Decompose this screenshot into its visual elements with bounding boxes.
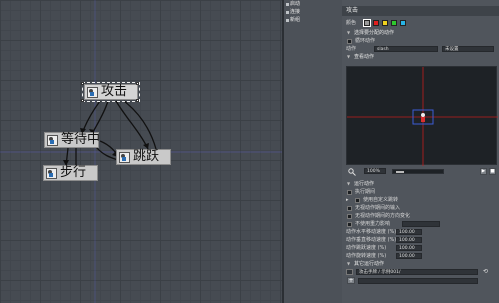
param-value-field[interactable]: 100.00 bbox=[396, 237, 422, 243]
action-select[interactable]: slash bbox=[374, 46, 438, 52]
state-node-wait[interactable]: 等待中 bbox=[44, 132, 101, 148]
run-option-label: 使用自定义跳转 bbox=[363, 197, 399, 203]
state-node-label: 步行 bbox=[60, 165, 87, 180]
animation-state-icon bbox=[119, 152, 130, 163]
state-list-item[interactable]: 启动 bbox=[284, 0, 342, 8]
param-label: 动作旋转速度 (%) bbox=[346, 253, 387, 259]
run-option-checkbox[interactable] bbox=[347, 189, 352, 195]
color-label: 颜色 bbox=[346, 20, 357, 26]
loop-checkbox[interactable] bbox=[347, 38, 352, 44]
stop-icon[interactable]: ■ bbox=[489, 168, 496, 175]
state-node-attack[interactable]: 攻击 bbox=[82, 82, 140, 102]
list-row-handle-icon[interactable] bbox=[346, 269, 353, 275]
color-swatch-gray[interactable] bbox=[363, 19, 371, 27]
state-node-label: 等待中 bbox=[61, 132, 101, 147]
color-swatch-yellow[interactable] bbox=[382, 20, 388, 26]
timeline-slider[interactable] bbox=[392, 169, 444, 174]
selection-handle[interactable] bbox=[136, 99, 139, 102]
add-action-button[interactable]: + bbox=[347, 277, 355, 284]
section-preview[interactable]: 查看动作 bbox=[342, 53, 499, 61]
param-label: 动作水平移动速度 (%) bbox=[346, 229, 397, 235]
inspector-lower: 运行动作 执行期间 ▸ 使用自定义跳转 无视动作期间的输入 无视动作期间的方向变… bbox=[342, 180, 499, 285]
state-node-label: 攻击 bbox=[101, 84, 128, 99]
param-label: 动作垂直移动速度 (%) bbox=[346, 237, 397, 243]
state-node-label: 跳跃 bbox=[133, 149, 160, 164]
selection-handle[interactable] bbox=[81, 99, 84, 102]
zoom-icon[interactable] bbox=[348, 168, 356, 176]
run-option-checkbox[interactable] bbox=[347, 213, 352, 219]
state-list-panel: 启动 连接 新组 bbox=[284, 0, 342, 303]
run-option-label: 无视动作期间的方向变化 bbox=[355, 213, 411, 219]
gravity-checkbox[interactable] bbox=[347, 221, 352, 227]
state-graph-canvas[interactable]: 攻击 等待中 跳跃 步行 bbox=[0, 0, 282, 303]
animation-state-icon bbox=[47, 135, 58, 146]
param-value-field[interactable]: 100.00 bbox=[396, 229, 422, 235]
animation-state-icon bbox=[87, 87, 98, 98]
section-run-action[interactable]: 运行动作 bbox=[342, 180, 499, 188]
action-extra-select[interactable]: 未设置 bbox=[442, 46, 494, 52]
gravity-select[interactable] bbox=[402, 221, 440, 227]
param-value-field[interactable]: 100.00 bbox=[396, 253, 422, 259]
color-swatch-red[interactable] bbox=[373, 20, 379, 26]
selection-handle[interactable] bbox=[81, 82, 84, 85]
animation-state-icon bbox=[46, 168, 57, 179]
run-option-label: 无视动作期间的输入 bbox=[355, 205, 401, 211]
action-label: 动作 bbox=[346, 46, 357, 52]
state-node-jump[interactable]: 跳跃 bbox=[116, 149, 171, 165]
color-swatch-green[interactable] bbox=[391, 20, 397, 26]
color-swatch-cyan[interactable] bbox=[400, 20, 406, 26]
run-option-label: 执行期间 bbox=[355, 189, 376, 195]
selection-handle[interactable] bbox=[136, 82, 139, 85]
play-icon[interactable]: ▶ bbox=[480, 168, 487, 175]
preview-toolbar: 100% ▶ ■ bbox=[346, 167, 497, 177]
expand-arrow-icon[interactable]: ▸ bbox=[346, 196, 349, 204]
other-action-field[interactable]: 攻击手牌 / 示例001/ bbox=[356, 269, 478, 275]
state-node-walk[interactable]: 步行 bbox=[43, 165, 98, 181]
run-option-checkbox[interactable] bbox=[347, 205, 352, 211]
section-assign-action[interactable]: 选择要分配的动作 bbox=[342, 29, 499, 37]
zoom-field[interactable]: 100% bbox=[364, 168, 386, 174]
run-option-checkbox[interactable] bbox=[355, 197, 360, 203]
state-list-item[interactable]: 新组 bbox=[284, 16, 342, 24]
gravity-label: 不使用重力影响 bbox=[355, 221, 391, 227]
preview-crosshair bbox=[347, 67, 498, 166]
inspector-title: 攻击 bbox=[342, 6, 499, 16]
param-value-field[interactable]: 100.00 bbox=[396, 245, 422, 251]
new-action-field[interactable] bbox=[358, 278, 478, 284]
section-other-actions[interactable]: 其它运行动作 bbox=[342, 260, 499, 268]
param-label: 动作跳跃速度 (%) bbox=[346, 245, 387, 251]
loop-label: 循环动作 bbox=[355, 38, 376, 44]
refresh-icon[interactable]: ⟲ bbox=[483, 268, 488, 276]
animation-preview-viewport[interactable] bbox=[346, 66, 498, 166]
state-list-item[interactable]: 连接 bbox=[284, 8, 342, 16]
